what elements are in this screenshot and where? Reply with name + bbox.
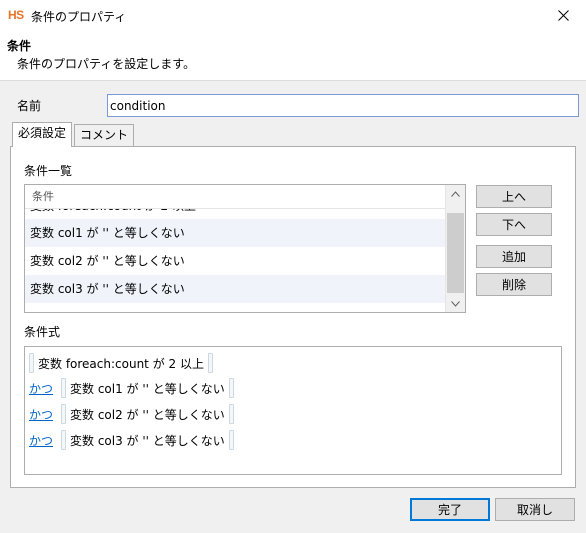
condition-list-label: 条件一覧 [24,164,73,178]
scrollbar-thumb[interactable] [447,213,464,293]
add-button[interactable]: 追加 [476,245,552,268]
and-connector-link[interactable]: かつ [29,432,61,449]
header-description: 条件のプロパティを設定します。 [17,57,196,71]
condition-list-rows: 変数 foreach:count が 2 以上 変数 col1 が '' と等し… [25,205,445,303]
name-input[interactable] [107,94,579,117]
scroll-down-button[interactable] [446,295,465,312]
expression-line: 変数 foreach:count が 2 以上 [29,352,213,374]
app-logo-icon: HS [8,8,24,22]
header-title: 条件 [7,39,32,53]
expression-line: かつ 変数 col2 が '' と等しくない [29,403,234,425]
cancel-button[interactable]: 取消し [495,498,575,521]
window-title: 条件のプロパティ [31,10,127,24]
expression-box: 変数 foreach:count が 2 以上 かつ 変数 col1 が '' … [24,346,562,475]
list-item[interactable]: 変数 col3 が '' と等しくない [25,275,445,303]
title-bar: HS 条件のプロパティ [0,0,586,31]
and-connector-link[interactable]: かつ [29,406,61,423]
expression-term[interactable]: 変数 col3 が '' と等しくない [66,432,229,449]
tab-required-settings[interactable]: 必須設定 [12,122,73,147]
expression-term[interactable]: 変数 col1 が '' と等しくない [66,380,229,397]
name-label: 名前 [17,99,42,113]
list-item[interactable]: 変数 col2 が '' と等しくない [25,247,445,275]
chevron-up-icon [451,190,460,197]
expression-line: かつ 変数 col3 が '' と等しくない [29,429,234,451]
expression-bracket-right [228,404,234,424]
list-item[interactable]: 変数 col1 が '' と等しくない [25,219,445,247]
and-connector-link[interactable]: かつ [29,380,61,397]
move-down-button[interactable]: 下へ [476,213,552,236]
close-button[interactable] [540,0,586,31]
expression-bracket-right [228,430,234,450]
move-up-button[interactable]: 上へ [476,185,552,208]
expression-bracket-right [207,353,213,373]
expression-term[interactable]: 変数 col2 が '' と等しくない [66,406,229,423]
list-scrollbar[interactable] [445,185,465,312]
chevron-down-icon [451,300,460,307]
close-icon [557,10,569,21]
scroll-up-button[interactable] [446,185,465,202]
dialog-header: 条件 条件のプロパティを設定します。 [0,31,586,81]
expression-label: 条件式 [24,325,61,339]
finish-button[interactable]: 完了 [410,498,490,521]
expression-line: かつ 変数 col1 が '' と等しくない [29,377,234,399]
expression-term[interactable]: 変数 foreach:count が 2 以上 [34,355,208,372]
delete-button[interactable]: 削除 [476,273,552,296]
list-column-header[interactable]: 条件 [25,185,445,209]
condition-list[interactable]: 変数 foreach:count が 2 以上 変数 col1 が '' と等し… [24,184,466,313]
tab-comment[interactable]: コメント [74,124,135,147]
expression-bracket-right [228,378,234,398]
